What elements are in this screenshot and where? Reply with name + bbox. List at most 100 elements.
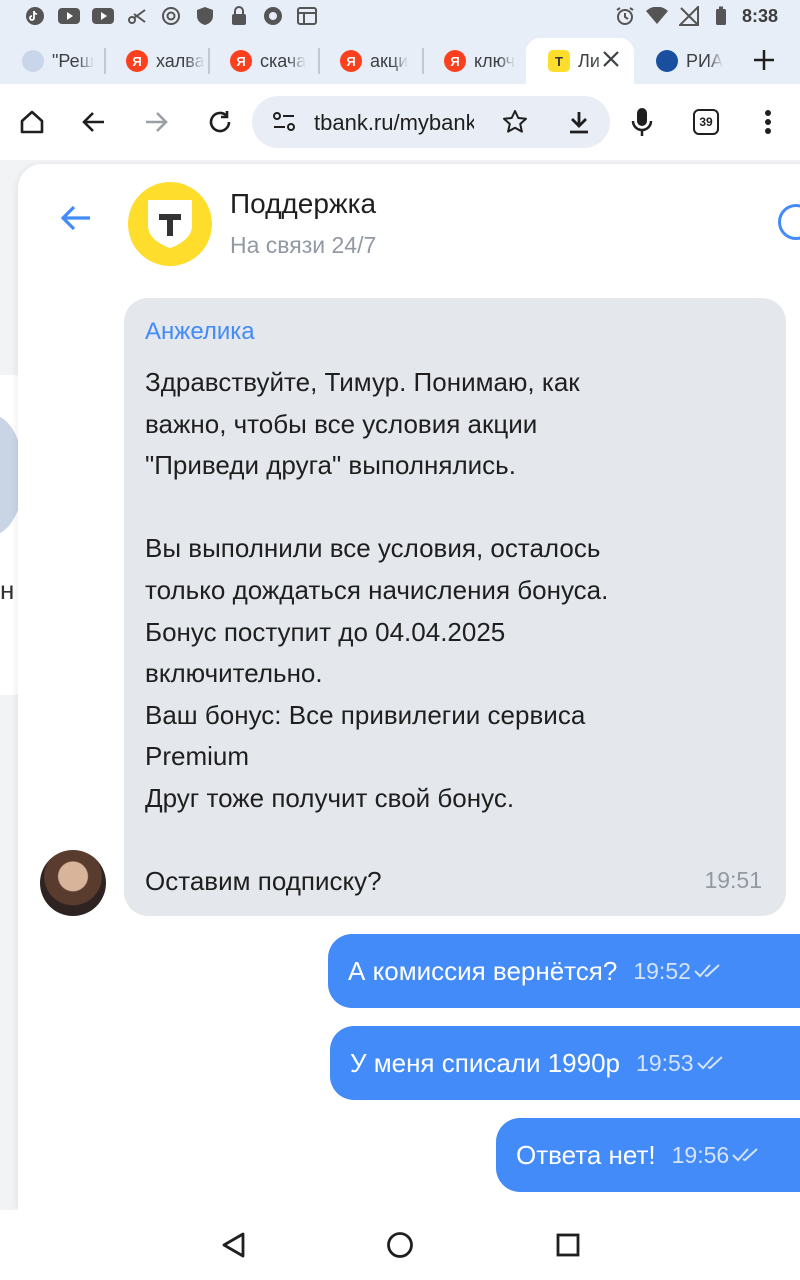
nav-back-button[interactable]	[216, 1228, 250, 1262]
message-time: 19:51	[704, 867, 762, 893]
tab-switcher-button[interactable]: 39	[684, 100, 728, 144]
circle-home-icon	[387, 1232, 413, 1258]
no-signal-icon	[678, 5, 700, 27]
triangle-back-icon	[222, 1232, 245, 1258]
tab-label: акци	[370, 50, 409, 71]
close-tab-icon[interactable]	[602, 50, 620, 73]
youtube-icon	[92, 5, 114, 27]
arrow-right-icon	[146, 112, 168, 132]
notification-icons	[24, 5, 318, 27]
message-line: "Приведи друга" выполнялись.	[145, 450, 516, 481]
message-text: Ответа нет!	[516, 1139, 656, 1170]
background-text-fragment: н	[0, 575, 15, 605]
back-button[interactable]	[72, 100, 116, 144]
clock: 8:38	[741, 5, 778, 26]
message-line	[145, 487, 765, 529]
double-check-icon	[694, 964, 720, 978]
nav-recents-button[interactable]	[551, 1228, 585, 1262]
home-icon	[20, 110, 44, 134]
operator-avatar	[40, 850, 106, 916]
bookmark-star-icon[interactable]	[502, 109, 528, 140]
message-line: Бонус поступит до 04.04.2025	[145, 616, 506, 647]
tab-ria[interactable]: РИА	[634, 40, 734, 82]
message-line: Оставим подписку?	[145, 866, 382, 897]
voice-search-button[interactable]	[620, 100, 664, 144]
tab-klyuch[interactable]: Я ключ	[422, 40, 526, 82]
menu-button[interactable]	[746, 100, 790, 144]
message-line: важно, чтобы все условия акции	[145, 408, 538, 439]
youtube-icon	[58, 5, 80, 27]
tab-label: "Реш	[52, 50, 95, 71]
tab-label: РИА	[686, 50, 723, 71]
url-text[interactable]: tbank.ru/mybank	[314, 110, 474, 136]
more-vertical-icon	[765, 110, 771, 134]
message-line: Ваш бонус: Все привилегии сервиса	[145, 699, 586, 730]
search-icon[interactable]	[778, 204, 800, 240]
chat-back-button[interactable]	[58, 200, 94, 236]
message-time: 19:56	[672, 1142, 762, 1169]
tab-strip: "Реш Я халва Я скача Я акци Я ключ T Ли …	[0, 34, 800, 84]
chrome-icon	[262, 5, 284, 27]
site-settings-icon[interactable]	[272, 111, 296, 138]
message-time: 19:53	[636, 1050, 726, 1077]
message-line: Вы выполнили все условия, осталось	[145, 533, 601, 564]
tab-label: скача	[260, 50, 307, 71]
message-line: Premium	[145, 741, 250, 772]
yandex-icon: Я	[444, 50, 466, 72]
time-label: 19:53	[636, 1049, 694, 1076]
message-line: только дождаться начисления бонуса.	[145, 574, 609, 605]
sender-name: Анжелика	[145, 318, 255, 345]
outgoing-message: А комиссия вернётся? 19:52	[328, 934, 800, 1008]
at-icon	[160, 5, 182, 27]
yandex-icon: Я	[340, 50, 362, 72]
reload-icon	[209, 111, 231, 133]
tab-halva[interactable]: Я халва	[104, 40, 208, 82]
message-text: У меня списали 1990р	[350, 1047, 621, 1078]
yandex-icon: Я	[126, 50, 148, 72]
alarm-icon	[614, 5, 636, 27]
tbank-icon: T	[548, 50, 570, 72]
time-label: 19:52	[633, 957, 691, 984]
square-recents-icon	[556, 1233, 580, 1257]
tab-tbank-active[interactable]: T Ли	[526, 38, 634, 84]
forward-button[interactable]	[134, 100, 178, 144]
system-navigation-bar	[0, 1210, 800, 1280]
message-time: 19:52	[633, 958, 723, 985]
tab-label: халва	[156, 50, 205, 71]
browser-toolbar: tbank.ru/mybank 39	[0, 84, 800, 160]
outgoing-message: У меня списали 1990р 19:53	[330, 1026, 800, 1100]
message-line: Здравствуйте, Тимур. Понимаю, как	[145, 367, 580, 397]
download-icon[interactable]	[566, 109, 592, 140]
home-button[interactable]	[10, 100, 54, 144]
nav-home-button[interactable]	[383, 1228, 417, 1262]
scissors-icon	[126, 5, 148, 27]
reload-button[interactable]	[198, 100, 242, 144]
message-text: А комиссия вернётся?	[348, 955, 618, 986]
arrow-left-icon	[60, 205, 90, 231]
lock-icon	[228, 5, 250, 27]
calendar-icon	[296, 5, 318, 27]
message-line: Друг тоже получит свой бонус.	[145, 782, 515, 813]
chat-subtitle: На связи 24/7	[230, 232, 377, 258]
incoming-message: Анжелика Здравствуйте, Тимур. Понимаю, к…	[124, 298, 786, 916]
message-line	[145, 820, 765, 862]
tab-skachat[interactable]: Я скача	[208, 40, 318, 82]
address-bar[interactable]: tbank.ru/mybank	[252, 96, 610, 148]
chat-title: Поддержка	[230, 188, 377, 219]
tbank-shield-icon	[148, 200, 192, 248]
tab-label: ключ	[474, 50, 516, 71]
tab-aktsii[interactable]: Я акци	[318, 40, 422, 82]
status-bar: 8:38	[0, 0, 800, 34]
new-tab-button[interactable]	[752, 48, 784, 80]
ria-icon	[656, 50, 678, 72]
plus-icon	[754, 50, 774, 70]
outgoing-message: Ответа нет! 19:56	[496, 1118, 800, 1192]
battery-icon	[710, 5, 732, 27]
arrow-left-icon	[82, 112, 104, 132]
resh-icon	[22, 50, 44, 72]
tab-resh[interactable]: "Реш	[0, 40, 104, 82]
double-check-icon	[696, 1056, 723, 1070]
system-icons: 8:38	[614, 5, 778, 27]
double-check-icon	[732, 1148, 758, 1162]
shield-icon	[194, 5, 216, 27]
